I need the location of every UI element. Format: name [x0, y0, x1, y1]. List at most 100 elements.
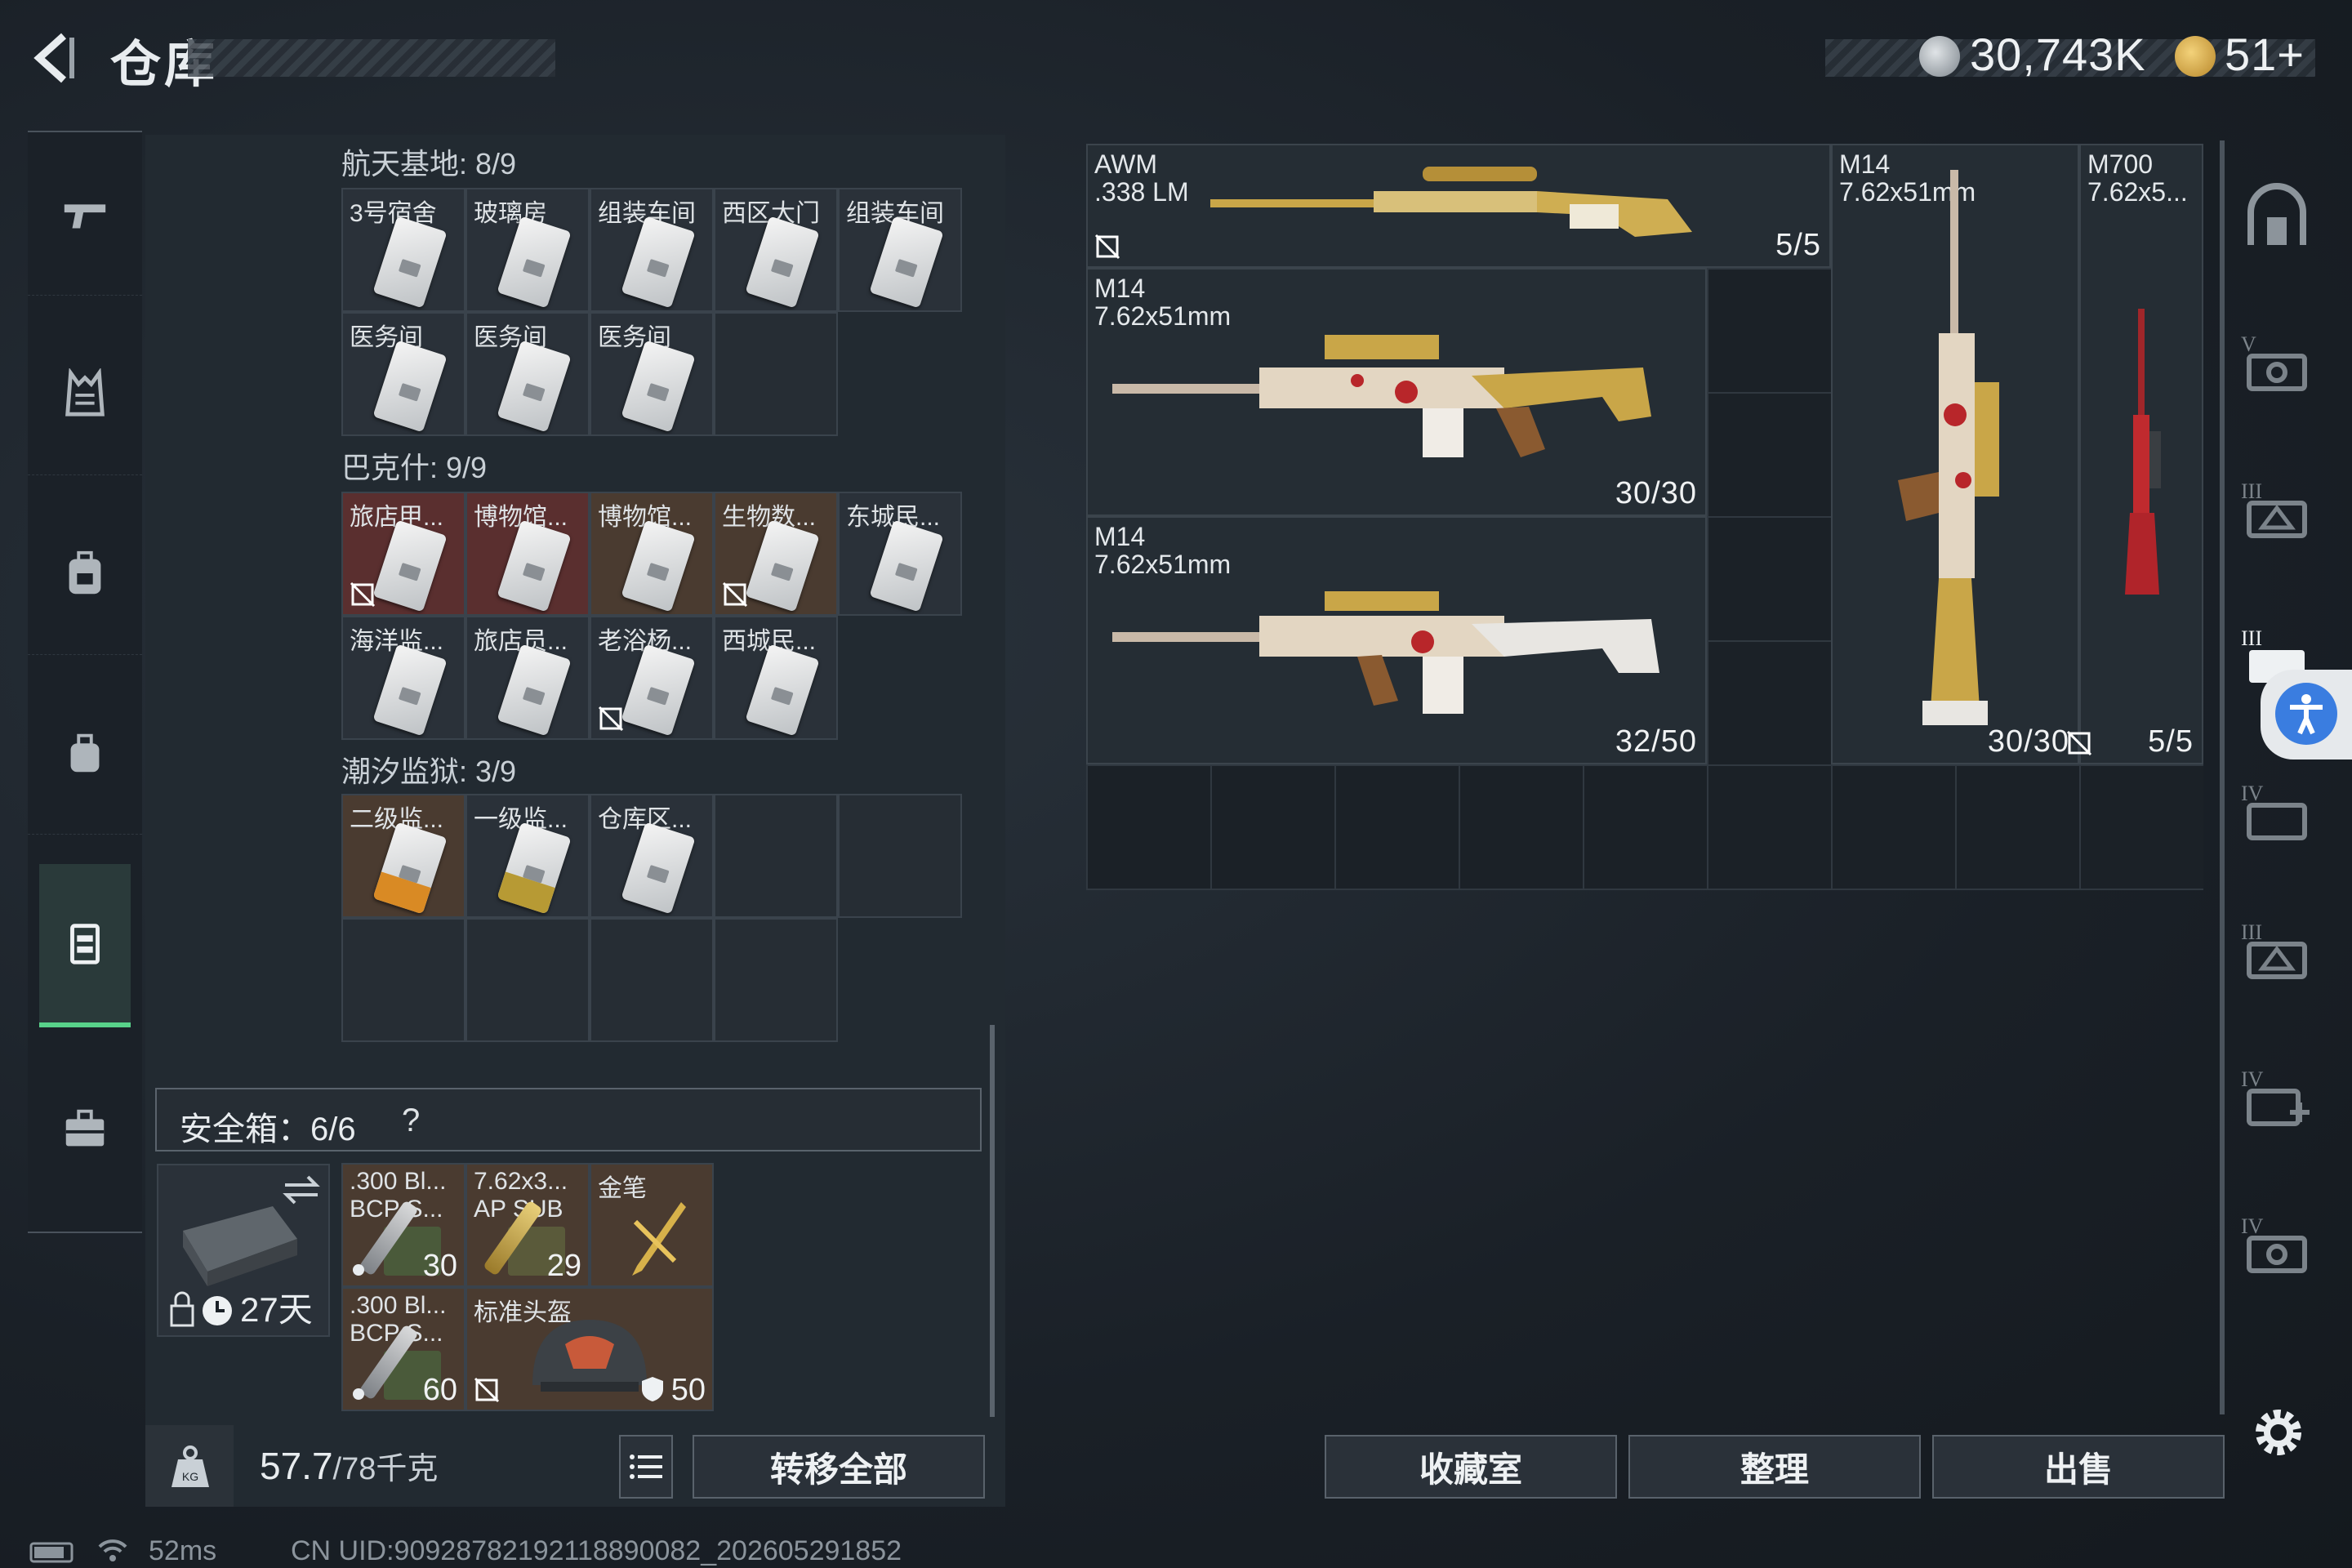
item-count: 30	[422, 1249, 457, 1283]
filter-tier3-loot-icon[interactable]: III	[2238, 474, 2316, 552]
weapon-caliber: .338 LM	[1094, 177, 1189, 207]
weapon-slot-m700[interactable]: M700 7.62x5... 5/5	[2066, 144, 2203, 764]
empty-slot[interactable]	[466, 918, 590, 1042]
vest-icon	[65, 368, 105, 416]
empty-slot[interactable]	[590, 918, 714, 1042]
svg-text:III: III	[2241, 920, 2262, 944]
nav-container[interactable]	[39, 864, 131, 1027]
help-button[interactable]: ?	[402, 1102, 420, 1139]
durability-shield-icon	[642, 1377, 663, 1401]
safe-item[interactable]: 7.62x3... AP SUB 29	[466, 1163, 590, 1287]
key-card-item[interactable]: 老浴杨...	[590, 616, 714, 740]
m700-rifle-icon	[2125, 309, 2161, 595]
key-card-item[interactable]: 旅店甲...	[341, 492, 466, 616]
ammo-count: 5/5	[1775, 228, 1821, 262]
premium-balance[interactable]: 51+	[2225, 28, 2305, 81]
key-card-item[interactable]: 博物馆...	[466, 492, 590, 616]
section-title-bakhsh: 巴克什: 9/9	[341, 451, 488, 484]
keycard-icon	[497, 644, 572, 737]
key-card-item[interactable]: 医务间	[466, 312, 590, 436]
weapon-slot-m14-vertical[interactable]: M14 7.62x51mm 30/30	[1831, 144, 2079, 764]
filter-tier3-tool-icon[interactable]: III	[2238, 915, 2316, 993]
filter-tier4-loot-icon[interactable]: IV	[2238, 1209, 2316, 1287]
settings-gear-icon[interactable]	[2247, 1401, 2310, 1463]
empty-slot[interactable]	[341, 918, 466, 1042]
key-card-item[interactable]: 海洋监...	[341, 616, 466, 740]
nav-vest[interactable]	[28, 312, 142, 475]
key-card-item[interactable]: 医务间	[590, 312, 714, 436]
keycard-icon	[497, 822, 572, 915]
organize-button[interactable]: 整理	[1628, 1435, 1921, 1499]
scrollbar[interactable]	[990, 1025, 995, 1417]
nav-bag[interactable]	[28, 671, 142, 835]
top-bar: 仓库 30,743K 51+	[0, 0, 2352, 122]
keycard-icon	[497, 216, 572, 309]
safe-item[interactable]: .300 Bl... BCP S... 60	[341, 1287, 466, 1411]
nav-weapons[interactable]	[28, 132, 142, 296]
item-count: 60	[422, 1373, 457, 1407]
key-card-item[interactable]: 二级监...	[341, 794, 466, 918]
key-card-item[interactable]: 西城民...	[714, 616, 838, 740]
empty-slot[interactable]	[714, 918, 838, 1042]
key-card-item[interactable]: 东城民...	[838, 492, 962, 616]
safe-item[interactable]: 金笔	[590, 1163, 714, 1287]
swap-icon[interactable]	[281, 1174, 322, 1206]
battery-icon	[29, 1542, 74, 1563]
key-card-item[interactable]: 组装车间	[590, 188, 714, 312]
m14-rifle-icon	[1112, 335, 1651, 457]
nav-backpack[interactable]	[28, 492, 142, 655]
nav-case[interactable]	[28, 1047, 142, 1210]
m14-rifle-icon	[1112, 591, 1659, 714]
key-card-item[interactable]: 3号宿舍	[341, 188, 466, 312]
empty-slot[interactable]	[714, 312, 838, 436]
transfer-all-button[interactable]: 转移全部	[693, 1435, 985, 1499]
weapon-slot-awm[interactable]: AWM .338 LM 5/5	[1086, 144, 1831, 268]
svg-text:III: III	[2241, 626, 2262, 650]
user-uid: CN UID:909287821921188900​82_20260529185…	[291, 1535, 902, 1566]
key-card-item[interactable]: 一级监...	[466, 794, 590, 918]
title-decoration	[188, 39, 555, 77]
filter-tier5-loot-icon[interactable]: V	[2238, 327, 2316, 405]
safe-item-helmet[interactable]: 标准头盔 50	[466, 1287, 714, 1411]
gold-pen-icon	[632, 1202, 686, 1276]
carry-weight: 57.7/78千克	[260, 1443, 438, 1488]
weapon-name: AWM	[1094, 149, 1158, 179]
safe-box-label: 安全箱：6/6	[180, 1111, 356, 1147]
weight-icon: KG	[172, 1446, 209, 1487]
untradeable-icon	[474, 1377, 500, 1403]
safe-item[interactable]: .300 Bl... BCP S... 30	[341, 1163, 466, 1287]
key-card-item[interactable]: 博物馆...	[590, 492, 714, 616]
safe-case-slot[interactable]: 27天	[157, 1164, 330, 1337]
svg-text:III: III	[2241, 479, 2262, 503]
weapon-slot-m14[interactable]: M14 7.62x51mm 32/50	[1086, 516, 1707, 764]
untradeable-icon	[350, 581, 376, 608]
sell-button[interactable]: 出售	[1932, 1435, 2225, 1499]
coin-icon	[1919, 36, 1960, 77]
home-tab-icon[interactable]	[2238, 180, 2316, 258]
filter-tier4-medical-icon[interactable]: IV	[2238, 1062, 2316, 1140]
accessibility-button[interactable]	[2261, 670, 2352, 760]
filter-tier4-doc-icon[interactable]: IV	[2238, 776, 2316, 854]
key-card-item[interactable]: 生物数...	[714, 492, 838, 616]
section-title-tidal-prison: 潮汐监狱: 3/9	[341, 755, 517, 788]
keycard-icon	[745, 644, 820, 737]
svg-text:IV: IV	[2241, 1067, 2264, 1091]
weapon-slot-m14[interactable]: M14 7.62x51mm 30/30	[1086, 268, 1707, 516]
key-card-item[interactable]: 仓库区...	[590, 794, 714, 918]
list-view-button[interactable]	[619, 1435, 673, 1499]
key-card-item[interactable]: 组装车间	[838, 188, 962, 312]
key-card-item[interactable]: 医务间	[341, 312, 466, 436]
key-card-item[interactable]: 西区大门	[714, 188, 838, 312]
weapon-caliber: 7.62x5...	[2087, 177, 2188, 207]
untradeable-icon	[722, 581, 748, 608]
keycard-icon	[372, 822, 448, 915]
collection-room-button[interactable]: 收藏室	[1325, 1435, 1617, 1499]
back-arrow-icon[interactable]	[24, 29, 82, 87]
empty-slot[interactable]	[714, 794, 838, 918]
ammo-count: 5/5	[2148, 724, 2194, 759]
weight-value: 57.7	[260, 1445, 333, 1487]
key-card-item[interactable]: 旅店员...	[466, 616, 590, 740]
key-card-item[interactable]: 玻璃房	[466, 188, 590, 312]
keycard-icon	[372, 519, 448, 612]
empty-slot[interactable]	[838, 794, 962, 918]
